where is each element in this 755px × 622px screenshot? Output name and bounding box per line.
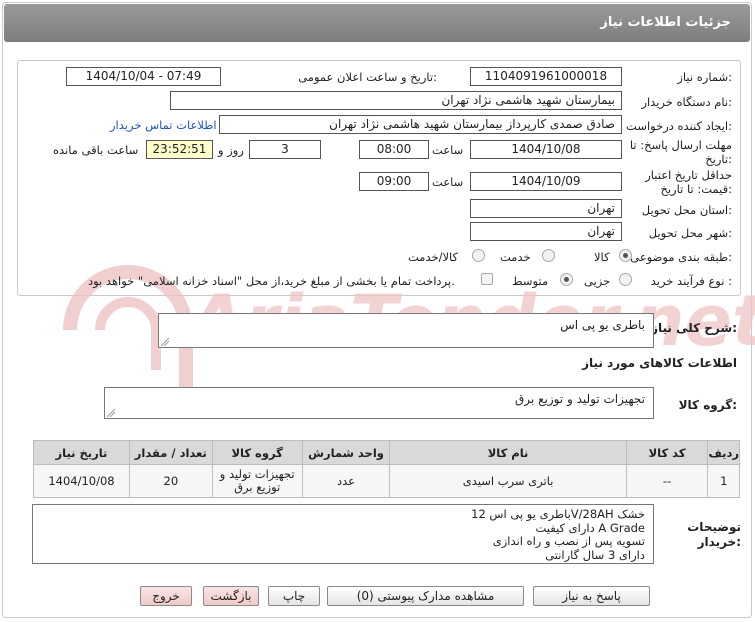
description-text: باطری یو پی اس xyxy=(560,318,645,332)
validity-label-1: حداقل تاریخ اعتبار xyxy=(645,168,732,182)
deadline-time: 08:00 xyxy=(359,140,429,159)
reply-button[interactable]: پاسخ به نیاز xyxy=(533,586,650,606)
process-radio-medium[interactable] xyxy=(560,273,573,286)
payment-note: پرداخت تمام یا بخشی از مبلغ خرید،از محل … xyxy=(88,274,455,288)
category-label: طبقه بندی موضوعی: xyxy=(630,250,732,264)
need-number-label: شماره نیاز: xyxy=(677,70,732,84)
creator-label: ایجاد کننده درخواست: xyxy=(626,119,732,133)
process-option-minor: جزیی xyxy=(584,274,611,288)
buyer-notes-label-2: خریدار: xyxy=(697,535,741,549)
announce-label: تاریخ و ساعت اعلان عمومی: xyxy=(298,70,437,84)
process-radio-minor[interactable] xyxy=(619,273,632,286)
buyer-org-value: بیمارستان شهید هاشمی نژاد تهران xyxy=(170,91,622,110)
buyer-notes-line: دارای 3 سال گارانتی xyxy=(545,547,645,562)
city-label: شهر محل تحویل: xyxy=(648,226,732,240)
resize-handle-icon xyxy=(107,409,115,417)
cell-need-date: 1404/10/08 xyxy=(33,464,130,498)
back-button[interactable]: بازگشت xyxy=(203,586,259,606)
column-header: تعداد / مقدار xyxy=(128,440,213,465)
view-attachments-button[interactable]: مشاهده مدارک پیوستی (0) xyxy=(327,586,524,606)
column-header: واحد شمارش xyxy=(301,440,391,465)
category-radio-service[interactable] xyxy=(542,249,555,262)
category-radio-goods-service[interactable] xyxy=(472,249,485,262)
table-header-row: ردیف کد کالا نام کالا واحد شمارش گروه کا… xyxy=(33,440,740,465)
goods-info-title: اطلاعات کالاهای مورد نیاز xyxy=(582,356,737,370)
remaining-days: 3 xyxy=(249,140,321,159)
category-option-goods: کالا xyxy=(594,250,610,264)
deadline-label-2: تاریخ: xyxy=(705,152,732,166)
province-label: استان محل تحویل: xyxy=(641,203,732,217)
validity-label-2: قیمت: تا تاریخ: xyxy=(660,182,732,196)
cell-row-number: 1 xyxy=(707,464,740,498)
validity-date: 1404/10/09 xyxy=(470,172,622,191)
exit-button[interactable]: خروج xyxy=(140,586,192,606)
cell-unit: عدد xyxy=(301,464,391,498)
cell-item-code: -- xyxy=(625,464,709,498)
process-label: نوع فرآیند خرید : xyxy=(650,274,732,288)
category-radio-goods[interactable] xyxy=(619,249,632,262)
table-row: 1 -- باتری سرب اسیدی عدد تجهیزات تولید و… xyxy=(33,464,740,498)
buyer-notes-label-1: توضیحات xyxy=(687,520,741,534)
goods-group-label: گروه کالا: xyxy=(678,398,737,412)
treasury-payment-checkbox[interactable] xyxy=(481,273,493,285)
column-header: تاریخ نیاز xyxy=(33,440,130,465)
column-header: گروه کالا xyxy=(211,440,303,465)
column-header: ردیف xyxy=(707,440,740,465)
cell-quantity: 20 xyxy=(128,464,213,498)
deadline-label-1: مهلت ارسال پاسخ: تا xyxy=(629,138,732,152)
cell-goods-group: تجهیزات تولید و توزیع برق xyxy=(211,464,303,498)
description-field: باطری یو پی اس xyxy=(158,313,654,348)
cell-item-name: باتری سرب اسیدی xyxy=(389,464,627,498)
resize-handle-icon xyxy=(161,338,169,346)
buyer-notes-line: باطری یو پی اس 12V/28AH خشک xyxy=(471,507,645,521)
buyer-notes-line: دارای کیفیت A Grade xyxy=(535,520,646,535)
category-option-service: خدمت xyxy=(500,250,531,264)
need-number-value: 1104091961000018 xyxy=(470,67,622,86)
items-table: ردیف کد کالا نام کالا واحد شمارش گروه کا… xyxy=(33,440,740,498)
validity-time-label: ساعت xyxy=(432,175,464,189)
buyer-notes-line: تسویه پس از نصب و راه اندازی xyxy=(492,534,645,548)
creator-value: صادق صمدی کارپرداز بیمارستان شهید هاشمی … xyxy=(219,115,622,134)
page-title: جزئیات اطلاعات نیاز xyxy=(600,15,731,30)
announce-value: 1404/10/04 - 07:49 xyxy=(66,67,221,86)
description-label: شرح کلی نیاز: xyxy=(651,321,737,335)
contact-buyer-link[interactable]: اطلاعات تماس خریدار xyxy=(110,118,217,132)
category-option-goods-service: کالا/خدمت xyxy=(408,250,459,264)
deadline-time-label: ساعت xyxy=(432,143,464,157)
buyer-notes-field: باطری یو پی اس 12V/28AH خشک دارای کیفیت … xyxy=(32,504,654,564)
province-value: تهران xyxy=(470,199,622,218)
process-option-medium: متوسط xyxy=(512,274,549,288)
goods-group-text: تجهیزات تولید و توزیع برق xyxy=(515,392,645,406)
remaining-time: 23:52:51 xyxy=(146,140,213,159)
buyer-org-label: نام دستگاه خریدار: xyxy=(641,95,732,109)
column-header: کد کالا xyxy=(625,440,709,465)
deadline-date: 1404/10/08 xyxy=(470,140,622,159)
goods-group-field: تجهیزات تولید و توزیع برق xyxy=(104,387,654,419)
column-header: نام کالا xyxy=(389,440,627,465)
city-value: تهران xyxy=(470,222,622,241)
remaining-label: ساعت باقی مانده xyxy=(53,143,139,157)
print-button[interactable]: چاپ xyxy=(268,586,320,606)
days-label: روز و xyxy=(218,143,244,157)
validity-time: 09:00 xyxy=(359,172,429,191)
